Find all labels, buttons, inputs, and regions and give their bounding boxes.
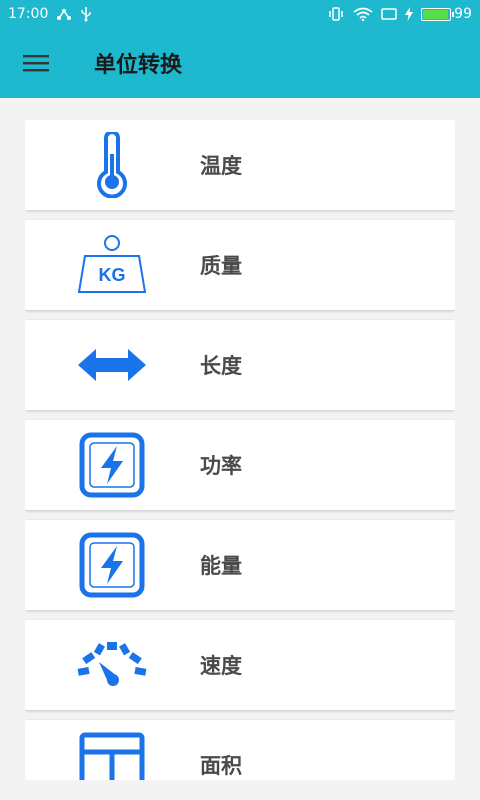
category-item-temperature[interactable]: 温度 (25, 120, 455, 210)
category-item-speed[interactable]: 速度 (25, 620, 455, 710)
battery-icon (421, 7, 455, 21)
double-arrow-icon (77, 330, 147, 400)
category-label: 温度 (200, 154, 242, 178)
speedometer-icon (77, 630, 147, 700)
lightning-box-icon (77, 530, 147, 600)
status-bar: 17:00 99 (0, 0, 480, 28)
category-item-area[interactable]: 面积 (25, 720, 455, 780)
screen-cast-icon (381, 7, 397, 21)
charging-icon (405, 7, 414, 21)
thermometer-icon (77, 130, 147, 200)
status-bar-left: 17:00 (8, 6, 92, 22)
category-item-energy[interactable]: 能量 (25, 520, 455, 610)
app-bar: 单位转换 (0, 28, 480, 98)
area-frame-icon (77, 730, 147, 780)
battery-level: 99 (454, 6, 472, 22)
menu-button[interactable] (0, 28, 72, 98)
category-label: 长度 (200, 354, 242, 378)
hamburger-menu-icon (23, 55, 49, 72)
category-item-power[interactable]: 功率 (25, 420, 455, 510)
status-bar-right: 99 (327, 6, 472, 22)
category-label: 功率 (200, 454, 242, 478)
category-item-length[interactable]: 长度 (25, 320, 455, 410)
category-label: 质量 (200, 254, 242, 278)
category-label: 速度 (200, 654, 242, 678)
category-list: 温度 KG 质量 长度 功率 能量 速度 面积 (25, 120, 455, 780)
lightning-box-icon (77, 430, 147, 500)
usb-icon (80, 6, 92, 22)
weight-kg-text: KG (99, 265, 126, 285)
wifi-icon (353, 7, 373, 21)
category-item-mass[interactable]: KG 质量 (25, 220, 455, 310)
weight-kg-icon: KG (77, 230, 147, 300)
status-time: 17:00 (8, 6, 49, 22)
page-title: 单位转换 (94, 53, 183, 78)
category-label: 能量 (200, 554, 242, 578)
battery-indicator: 99 (421, 6, 472, 22)
category-label: 面积 (200, 754, 242, 778)
vibrate-icon (327, 7, 345, 21)
network-share-icon (56, 7, 72, 21)
